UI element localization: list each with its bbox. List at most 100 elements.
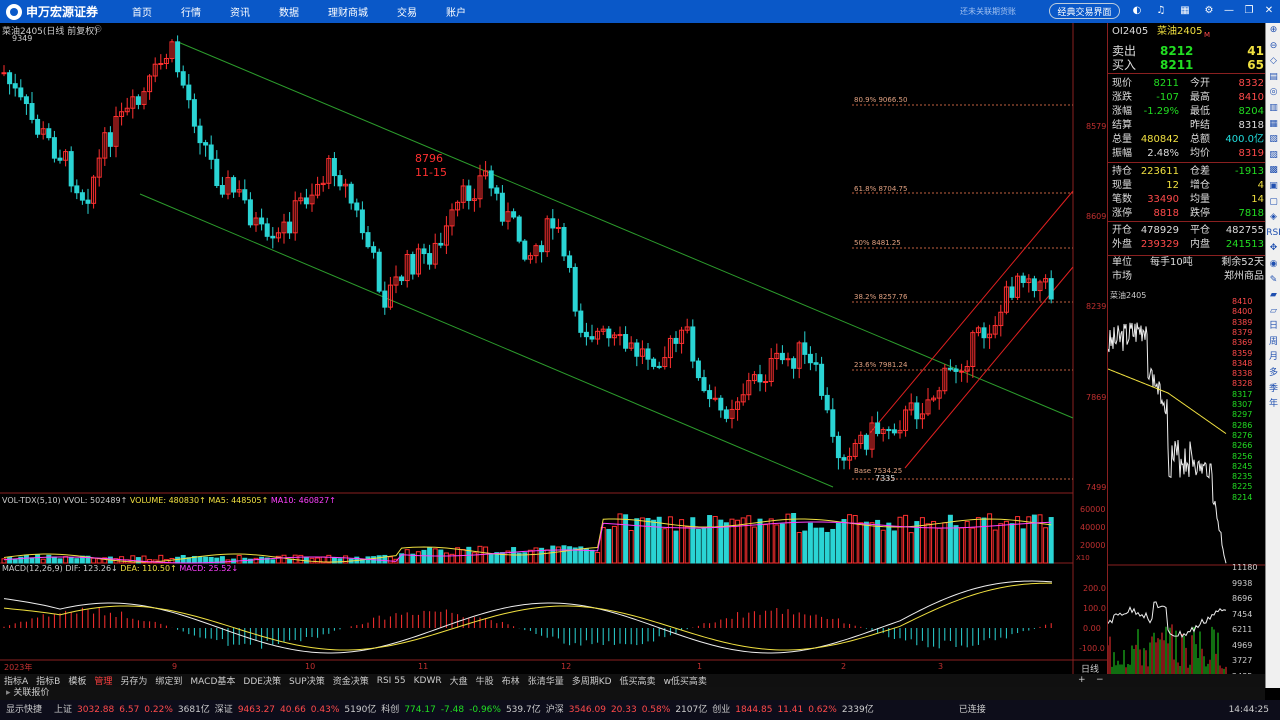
indicator-tab[interactable]: 大盘 bbox=[450, 674, 468, 687]
indicator-tab[interactable]: 多周期KD bbox=[572, 674, 612, 687]
side-tool-button[interactable]: ⊕ bbox=[1266, 23, 1280, 39]
grid-icon[interactable]: ▦ bbox=[1179, 5, 1191, 17]
side-tool-button[interactable]: 季 bbox=[1266, 382, 1280, 398]
side-tool-button[interactable]: ▣ bbox=[1266, 179, 1280, 195]
fib-label: 23.6% 7981.24 bbox=[854, 361, 908, 369]
right-toolbar: ⊕ ⊖ ◇ ▤ ◎ ▥ ▦ ▧ ▨ ▩ ▣ ▢ ◈ RSI ✥ ◉ ✎ ▰ ▱ 日周月多季年 bbox=[1265, 23, 1280, 688]
buy-label: 买入 bbox=[1112, 58, 1137, 72]
volume-bar bbox=[992, 529, 998, 564]
index-ticker-cell[interactable]: 沪深 bbox=[546, 705, 564, 715]
side-tool-button[interactable]: ◈ bbox=[1266, 210, 1280, 226]
side-tool-button[interactable]: 周 bbox=[1266, 335, 1280, 351]
divider bbox=[1108, 73, 1265, 74]
settings-icon[interactable]: ⚙ bbox=[1203, 5, 1215, 17]
indicator-tab[interactable]: DDE决策 bbox=[243, 674, 281, 687]
side-tool-button[interactable]: ▤ bbox=[1266, 70, 1280, 86]
nav-market[interactable]: 行情 bbox=[181, 4, 201, 19]
indicator-tab[interactable]: 指标B bbox=[36, 674, 60, 687]
intraday-price-label: 8286 bbox=[1232, 420, 1253, 430]
volume-bar bbox=[74, 558, 80, 564]
side-tool-button[interactable]: 多 bbox=[1266, 366, 1280, 382]
nav-trade[interactable]: 交易 bbox=[397, 4, 417, 19]
side-tool-button[interactable]: ◎ bbox=[1266, 85, 1280, 101]
intraday-price-label: 8266 bbox=[1232, 441, 1253, 451]
index-ticker-cell[interactable]: 上证 bbox=[54, 705, 72, 715]
volume-bar bbox=[298, 554, 304, 564]
volume-bar bbox=[421, 549, 427, 564]
side-tool-button[interactable]: ◇ bbox=[1266, 54, 1280, 70]
side-tool-button[interactable]: ✎ bbox=[1266, 273, 1280, 289]
indicator-tab[interactable]: RSI 55 bbox=[377, 676, 406, 686]
index-ticker-cell[interactable]: 创业 bbox=[712, 705, 730, 715]
candle-body bbox=[1009, 286, 1015, 298]
volume-bar bbox=[315, 557, 321, 564]
indicator-tab[interactable]: 牛股 bbox=[476, 674, 494, 687]
x-axis-label: 1 bbox=[697, 662, 703, 671]
side-tool-button[interactable]: ✥ bbox=[1266, 241, 1280, 257]
side-tool-button[interactable]: ◉ bbox=[1266, 257, 1280, 273]
side-tool-button[interactable]: 年 bbox=[1266, 397, 1280, 413]
side-tool-button[interactable]: ▢ bbox=[1266, 195, 1280, 211]
futures-account-link[interactable]: 还未关联期货账 bbox=[960, 6, 1016, 17]
indicator-tab[interactable]: 绑定到 bbox=[155, 674, 182, 687]
theme-icon[interactable]: ◐ bbox=[1131, 5, 1143, 17]
side-tool-button[interactable]: ▦ bbox=[1266, 117, 1280, 133]
volume-bar bbox=[1003, 520, 1009, 564]
side-tool-button[interactable]: ⊖ bbox=[1266, 39, 1280, 55]
candle-body bbox=[645, 348, 651, 360]
close-icon[interactable]: ✕ bbox=[1263, 5, 1275, 17]
quote-cell: 总额 bbox=[1190, 134, 1210, 145]
indicator-tab[interactable]: 模板 bbox=[68, 674, 86, 687]
indicator-tab[interactable]: KDWR bbox=[414, 676, 442, 686]
add-button[interactable]: + bbox=[1078, 675, 1086, 685]
nav-home[interactable]: 首页 bbox=[132, 4, 152, 19]
index-ticker-cell[interactable]: 科创 bbox=[381, 705, 399, 715]
quote-row: 开仓 478929 平仓 482755 bbox=[1112, 224, 1264, 238]
index-ticker-cell[interactable]: 深证 bbox=[215, 705, 233, 715]
restore-icon[interactable]: ❐ bbox=[1243, 5, 1255, 17]
minimize-icon[interactable]: — bbox=[1223, 5, 1235, 17]
side-tool-button[interactable]: ▩ bbox=[1266, 163, 1280, 179]
side-tool-button[interactable]: ▨ bbox=[1266, 148, 1280, 164]
nav-data[interactable]: 数据 bbox=[279, 4, 299, 19]
nav-news[interactable]: 资讯 bbox=[230, 4, 250, 19]
remove-button[interactable]: − bbox=[1096, 675, 1104, 685]
indicator-tab[interactable]: 指标A bbox=[4, 674, 28, 687]
indicator-tab[interactable]: SUP决策 bbox=[289, 674, 325, 687]
indicator-tab[interactable]: 布林 bbox=[502, 674, 520, 687]
indicator-tab[interactable]: MACD基本 bbox=[190, 674, 235, 687]
kline-chart[interactable] bbox=[0, 23, 1107, 674]
nav-wealth[interactable]: 理财商城 bbox=[328, 4, 368, 19]
volume-bar bbox=[611, 525, 617, 564]
volume-bar bbox=[544, 549, 550, 564]
quote-cell: 跌停 bbox=[1190, 208, 1210, 219]
indicator-tab[interactable]: 低买高卖 bbox=[620, 674, 656, 687]
chart-settings-icon[interactable]: ◎ bbox=[94, 24, 102, 34]
quick-display-toggle[interactable]: 显示快捷 bbox=[6, 705, 42, 715]
side-tool-button[interactable]: ▧ bbox=[1266, 132, 1280, 148]
side-tool-button[interactable]: 日 bbox=[1266, 319, 1280, 335]
indicator-tab[interactable]: 管理 bbox=[94, 674, 112, 687]
indicator-tab[interactable]: w低买高卖 bbox=[664, 674, 707, 687]
volume-bar bbox=[662, 528, 668, 564]
indicator-tab[interactable]: 资金决策 bbox=[333, 674, 369, 687]
related-quote-bar[interactable]: ▸ 关联报价 bbox=[0, 687, 1265, 700]
index-ticker-cell: 1844.85 bbox=[735, 705, 773, 715]
candle-body bbox=[79, 192, 85, 201]
side-tool-button[interactable]: ▱ bbox=[1266, 304, 1280, 320]
side-tool-button[interactable]: ▰ bbox=[1266, 288, 1280, 304]
volume-bar bbox=[746, 515, 752, 564]
nav-account[interactable]: 账户 bbox=[446, 4, 466, 19]
indicator-tab[interactable]: 张清华量 bbox=[528, 674, 564, 687]
candle-body bbox=[572, 266, 578, 312]
side-tool-button[interactable]: ▥ bbox=[1266, 101, 1280, 117]
side-tool-button[interactable]: RSI bbox=[1266, 226, 1280, 242]
intraday-vol-label: 9938 bbox=[1232, 578, 1253, 588]
side-tool-button[interactable]: 月 bbox=[1266, 350, 1280, 366]
indicator-tab[interactable]: 另存为 bbox=[120, 674, 147, 687]
classic-trade-button[interactable]: 经典交易界面 bbox=[1049, 3, 1120, 19]
intraday-price-label: 8235 bbox=[1232, 472, 1253, 482]
intraday-panel[interactable]: 菜油2405 8410 8400 8389 8379 8369 8359 8348 8338 8… bbox=[1107, 289, 1266, 696]
candle-body bbox=[488, 170, 494, 189]
headset-icon[interactable]: ♫ bbox=[1155, 5, 1167, 17]
